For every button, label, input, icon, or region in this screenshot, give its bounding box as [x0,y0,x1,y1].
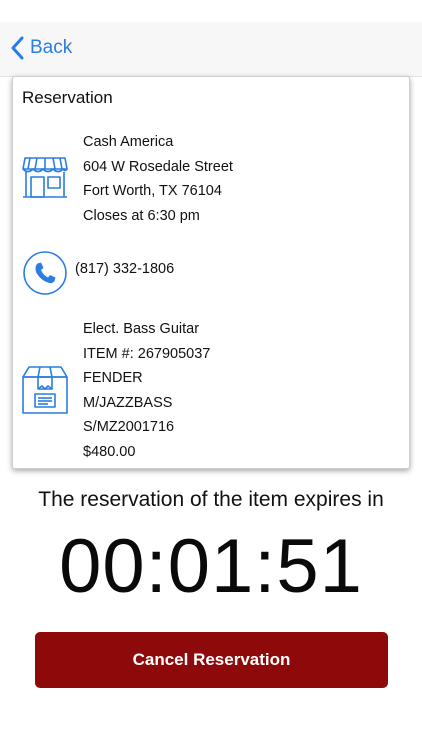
navigation-bar: Back [0,22,422,77]
item-model: M/JAZZBASS [83,394,173,411]
store-name: Cash America [83,134,174,150]
item-number: ITEM #: 267905037 [83,345,211,362]
store-details: Cash America 604 W Rosedale Street Fort … [83,130,233,228]
store-city: Fort Worth, TX 76104 [83,183,222,199]
item-price: $480.00 [83,443,136,460]
chevron-left-icon [11,36,24,60]
card-title: Reservation [22,88,113,107]
store-phone-link[interactable]: (817) 332-1806 [75,261,174,277]
reservation-card: Reservation Cash America 604 W Rosedale … [12,76,410,469]
store-address: 604 W Rosedale Street [83,158,233,175]
expiry-label: The reservation of the item expires in [38,488,384,511]
storefront-icon [22,157,68,198]
item-details: Elect. Bass Guitar ITEM #: 267905037 FEN… [83,317,210,464]
item-description: Elect. Bass Guitar [83,321,200,337]
cancel-reservation-button[interactable]: Cancel Reservation [35,632,388,688]
package-icon [22,366,68,414]
phone-icon[interactable] [22,250,68,296]
countdown-timer: 00:01:51 [59,524,363,609]
store-hours: Closes at 6:30 pm [83,207,200,224]
back-label: Back [30,37,73,58]
item-serial: S/MZ2001716 [83,419,175,435]
item-brand: FENDER [83,370,143,386]
back-button[interactable]: Back [10,36,72,60]
cancel-reservation-label: Cancel Reservation [132,650,291,669]
